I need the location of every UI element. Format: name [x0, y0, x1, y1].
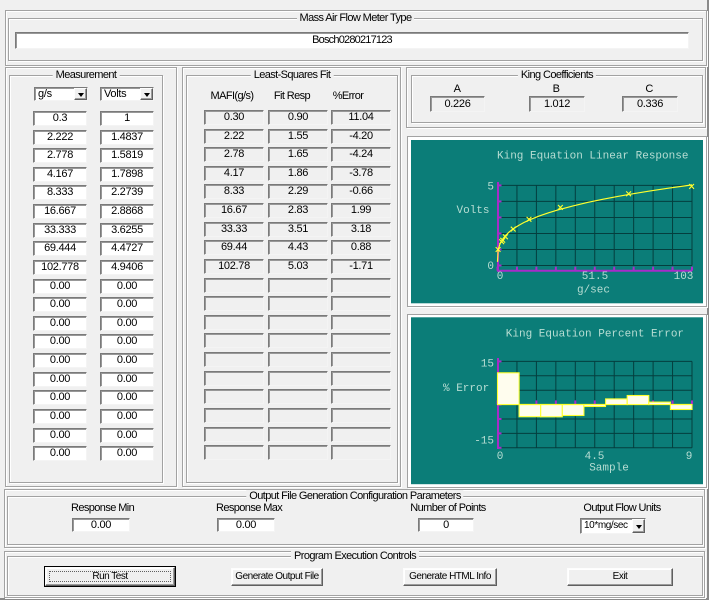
svg-text:51.5: 51.5	[582, 271, 608, 283]
svg-text:103: 103	[674, 271, 694, 283]
svg-text:4.5: 4.5	[585, 451, 605, 463]
svg-text:0: 0	[497, 271, 504, 283]
svg-text:Sample: Sample	[589, 463, 629, 475]
svg-text:King Equation Linear Response: King Equation Linear Response	[497, 151, 688, 163]
svg-text:King Equation Percent Error: King Equation Percent Error	[506, 329, 684, 341]
svg-text:0: 0	[487, 261, 494, 273]
svg-text:Volts: Volts	[457, 205, 490, 217]
svg-text:g/sec: g/sec	[577, 285, 610, 297]
svg-text:9: 9	[686, 451, 693, 463]
svg-text:-15: -15	[474, 436, 494, 448]
svg-text:15: 15	[481, 359, 494, 371]
svg-text:0: 0	[497, 451, 504, 463]
svg-text:5: 5	[487, 182, 494, 194]
svg-text:% Error: % Error	[443, 383, 489, 395]
